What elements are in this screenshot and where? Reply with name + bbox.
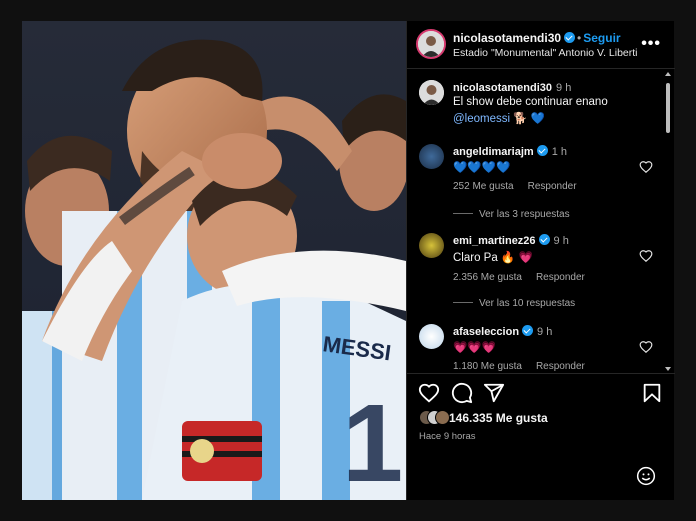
author-line: nicolasotamendi30 • Seguir	[453, 31, 621, 45]
bookmark-icon[interactable]	[641, 382, 663, 404]
comment-reply-button[interactable]: Responder	[528, 181, 577, 192]
comment-username[interactable]: afaseleccion	[453, 326, 519, 338]
comment-header: emi_martinez26 9 h	[453, 234, 569, 247]
comment-like-heart-icon[interactable]	[639, 249, 653, 263]
view-replies-button[interactable]: Ver las 3 respuestas	[453, 209, 570, 220]
scroll-down-arrow[interactable]	[665, 367, 671, 371]
caption-text: El show debe continuar enano	[453, 96, 608, 108]
caption-avatar[interactable]	[419, 80, 444, 105]
comment-text: Claro Pa 🔥 💗	[453, 252, 533, 264]
comments-list: nicolasotamendi30 9 h El show debe contin…	[407, 70, 675, 372]
likes-count[interactable]: 146.335 Me gusta	[449, 411, 548, 425]
comment-reply-button[interactable]: Responder	[536, 272, 585, 283]
post-photo: 3 MESSI 10	[22, 21, 406, 500]
post-location[interactable]: Estadio "Monumental" Antonio V. Liberti	[453, 47, 638, 59]
more-options-icon[interactable]: •••	[641, 35, 661, 53]
comment-like-heart-icon[interactable]	[639, 160, 653, 174]
follow-button[interactable]: Seguir	[583, 31, 620, 45]
comment-reply-button[interactable]: Responder	[536, 361, 585, 372]
caption-mention[interactable]: @leomessi	[453, 113, 510, 125]
comment-avatar[interactable]	[419, 324, 444, 349]
comment-icon[interactable]	[451, 382, 473, 404]
svg-text:10: 10	[342, 382, 406, 500]
scroll-up-arrow[interactable]	[665, 72, 671, 76]
comment-meta: 252 Me gusta Responder	[453, 181, 591, 192]
verified-badge-icon	[564, 32, 576, 43]
comment-text: 💙💙💙💙	[453, 162, 511, 174]
post-timestamp[interactable]: Hace 9 horas	[419, 431, 476, 442]
comment-meta: 2.356 Me gusta Responder	[453, 272, 599, 283]
comment-likes[interactable]: 2.356 Me gusta	[453, 272, 522, 283]
verified-badge-icon	[536, 145, 548, 156]
comment-like-heart-icon[interactable]	[639, 340, 653, 354]
heart-icon[interactable]	[418, 382, 440, 404]
share-icon[interactable]	[483, 382, 505, 404]
caption-line-2: @leomessi 🐕 💙	[453, 111, 545, 125]
comment-time: 1 h	[551, 146, 567, 158]
comment-likes[interactable]: 252 Me gusta	[453, 181, 514, 192]
comment-time: 9 h	[553, 235, 569, 247]
comment-likes[interactable]: 1.180 Me gusta	[453, 361, 522, 372]
verified-badge-icon	[522, 325, 534, 336]
caption-author: nicolasotamendi30 9 h	[453, 82, 571, 94]
comment-avatar[interactable]	[419, 233, 444, 258]
post-side-panel: nicolasotamendi30 • Seguir Estadio "Monume…	[406, 21, 675, 500]
liker-avatar	[435, 410, 450, 425]
author-username[interactable]: nicolasotamendi30	[453, 31, 561, 45]
comment-text: 💗💗💗	[453, 342, 496, 354]
verified-badge-icon	[538, 234, 550, 245]
comment-avatar[interactable]	[419, 144, 444, 169]
comment-meta: 1.180 Me gusta Responder	[453, 361, 599, 372]
add-comment-bar	[407, 454, 675, 500]
caption-emojis: 🐕 💙	[513, 113, 546, 125]
comment-header: afaseleccion 9 h	[453, 325, 552, 338]
comment-username[interactable]: emi_martinez26	[453, 235, 536, 247]
comment-username[interactable]: angeldimariajm	[453, 146, 534, 158]
caption-username[interactable]: nicolasotamendi30	[453, 82, 552, 94]
caption-time: 9 h	[556, 82, 572, 94]
post-header: nicolasotamendi30 • Seguir Estadio "Monume…	[407, 21, 675, 69]
author-avatar[interactable]	[416, 29, 446, 59]
smiley-icon[interactable]	[636, 466, 656, 486]
view-replies-button[interactable]: Ver las 10 respuestas	[453, 298, 575, 309]
comment-header: angeldimariajm 1 h	[453, 145, 567, 158]
comment-time: 9 h	[537, 326, 553, 338]
comments-scrollbar[interactable]	[666, 83, 670, 133]
